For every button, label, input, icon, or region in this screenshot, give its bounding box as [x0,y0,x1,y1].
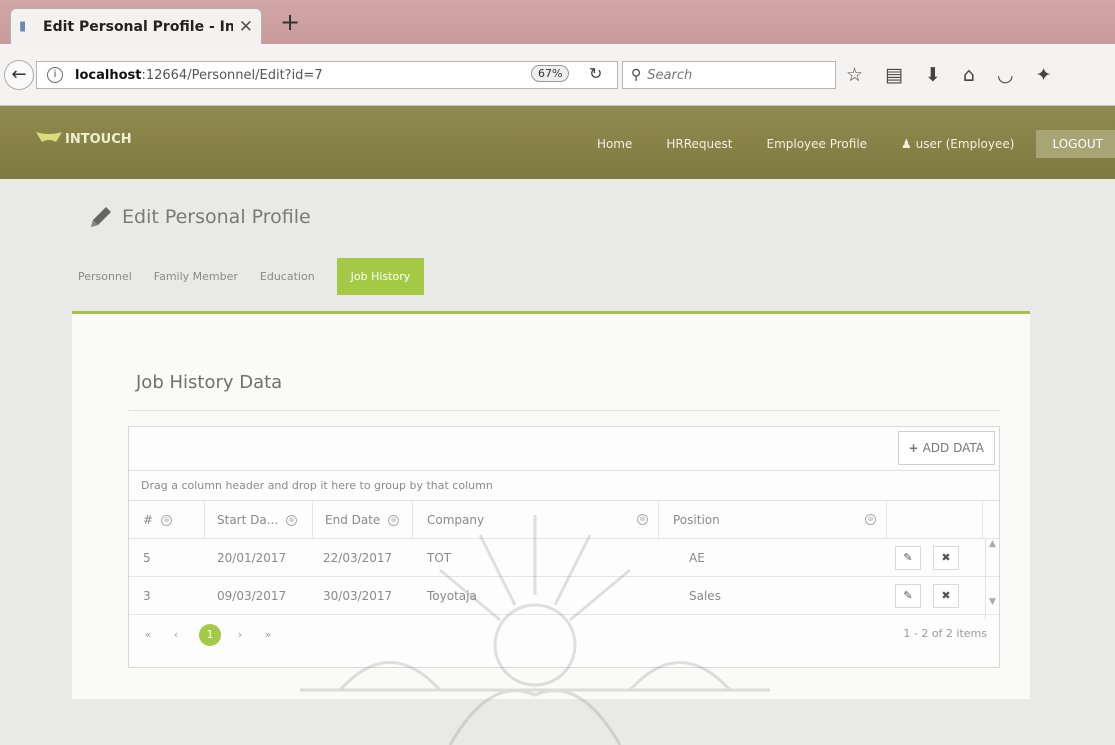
nav-employee-profile[interactable]: Employee Profile [766,137,867,151]
prev-page-button[interactable]: ‹ [165,624,187,646]
edit-row-button[interactable]: ✎ [895,584,921,608]
bookmark-star-icon[interactable]: ☆ [846,64,863,86]
first-page-button[interactable]: « [137,624,159,646]
close-tab-icon[interactable]: ✕ [239,17,253,37]
page-title-text: Edit Personal Profile [122,206,311,228]
zoom-level[interactable]: 67% [531,65,570,82]
user-icon: ♟ [901,137,912,151]
reload-icon[interactable]: ↻ [589,64,602,83]
user-label: user (Employee) [915,137,1015,151]
address-bar[interactable]: i localhost :12664/Personnel/Edit?id=7 6… [36,61,618,89]
delete-row-button[interactable]: ✖ [933,584,959,608]
tab-education[interactable]: Education [260,270,315,283]
search-icon: ⚲ [631,67,642,83]
search-input[interactable]: ⚲ Search [622,61,836,89]
edit-icon: ✎ [903,551,913,564]
url-path: :12664/Personnel/Edit?id=7 [141,67,323,83]
tab-personnel[interactable]: Personnel [78,270,132,283]
delete-row-button[interactable]: ✖ [933,546,959,570]
pocket-icon[interactable]: ◡ [997,64,1014,86]
cell-no: 5 [143,551,151,565]
scroll-up-icon[interactable]: ▲ [986,539,999,549]
edit-row-button[interactable]: ✎ [895,546,921,570]
page-favicon-icon: ▮ [19,18,27,34]
browser-tab-title: Edit Personal Profile - Into... [43,18,233,35]
next-page-button[interactable]: › [229,624,251,646]
plus-icon: + [908,441,919,455]
logout-button[interactable]: LOGOUT [1036,130,1115,158]
scroll-down-icon[interactable]: ▼ [986,597,999,607]
search-placeholder: Search [647,67,693,83]
cell-start-date: 09/03/2017 [217,589,287,603]
grid-scrollbar[interactable]: ▲ ▼ [985,539,999,619]
site-header: INTOUCH Home HRRequest Employee Profile … [0,106,1115,179]
info-icon[interactable]: i [47,67,63,83]
add-data-button[interactable]: + ADD DATA [897,431,995,465]
filter-icon[interactable]: ⊛ [286,515,298,526]
column-header-start-date[interactable]: Start Da... ⊛ [205,501,313,539]
page-1-button[interactable]: 1 [199,624,221,646]
cell-no: 3 [143,589,151,603]
logo-mark-icon [36,132,62,142]
pencil-icon [91,207,111,227]
extension-icon[interactable]: ✦ [1036,64,1052,86]
url-host: localhost [75,67,142,83]
filter-icon[interactable]: ⊛ [161,515,173,526]
cell-start-date: 20/01/2017 [217,551,287,565]
logo[interactable]: INTOUCH [36,130,132,148]
download-icon[interactable]: ⬇ [925,64,941,86]
home-icon[interactable]: ⌂ [963,64,975,86]
browser-toolbar: ☆ ▤ ⬇ ⌂ ◡ ✦ [846,64,1052,86]
filter-icon[interactable]: ⊛ [865,514,876,525]
divider [128,410,1000,411]
nav-hrrequest[interactable]: HRRequest [666,137,732,151]
emblem-watermark [300,515,770,745]
edit-icon: ✎ [903,589,913,602]
page-title: Edit Personal Profile [88,204,311,230]
tab-job-history[interactable]: Job History [336,258,425,295]
delete-icon: ✖ [941,551,951,564]
delete-icon: ✖ [941,589,951,602]
column-header-no[interactable]: # ⊛ [129,501,205,539]
add-data-label: ADD DATA [922,441,984,455]
brand-name: INTOUCH [65,131,132,147]
new-tab-button[interactable]: + [280,8,300,36]
main-nav: Home HRRequest Employee Profile ♟ user (… [597,130,1115,158]
browser-tabstrip: ▮ Edit Personal Profile - Into... ✕ + [0,0,1115,44]
pager-info: 1 - 2 of 2 items [903,627,987,640]
last-page-button[interactable]: » [257,624,279,646]
tab-family-member[interactable]: Family Member [154,270,238,283]
user-menu[interactable]: ♟ user (Employee) [901,137,1014,151]
reading-list-icon[interactable]: ▤ [885,64,903,86]
section-title: Job History Data [136,372,283,393]
grid-toolbar: + ADD DATA [129,427,999,471]
back-button[interactable]: ← [4,60,34,90]
browser-tab[interactable]: ▮ Edit Personal Profile - Into... ✕ [10,8,262,44]
column-header-actions [887,501,983,539]
browser-navbar: ← i localhost :12664/Personnel/Edit?id=7… [0,44,1115,106]
profile-tabs: Personnel Family Member Education Job Hi… [78,258,425,295]
nav-home[interactable]: Home [597,137,632,151]
